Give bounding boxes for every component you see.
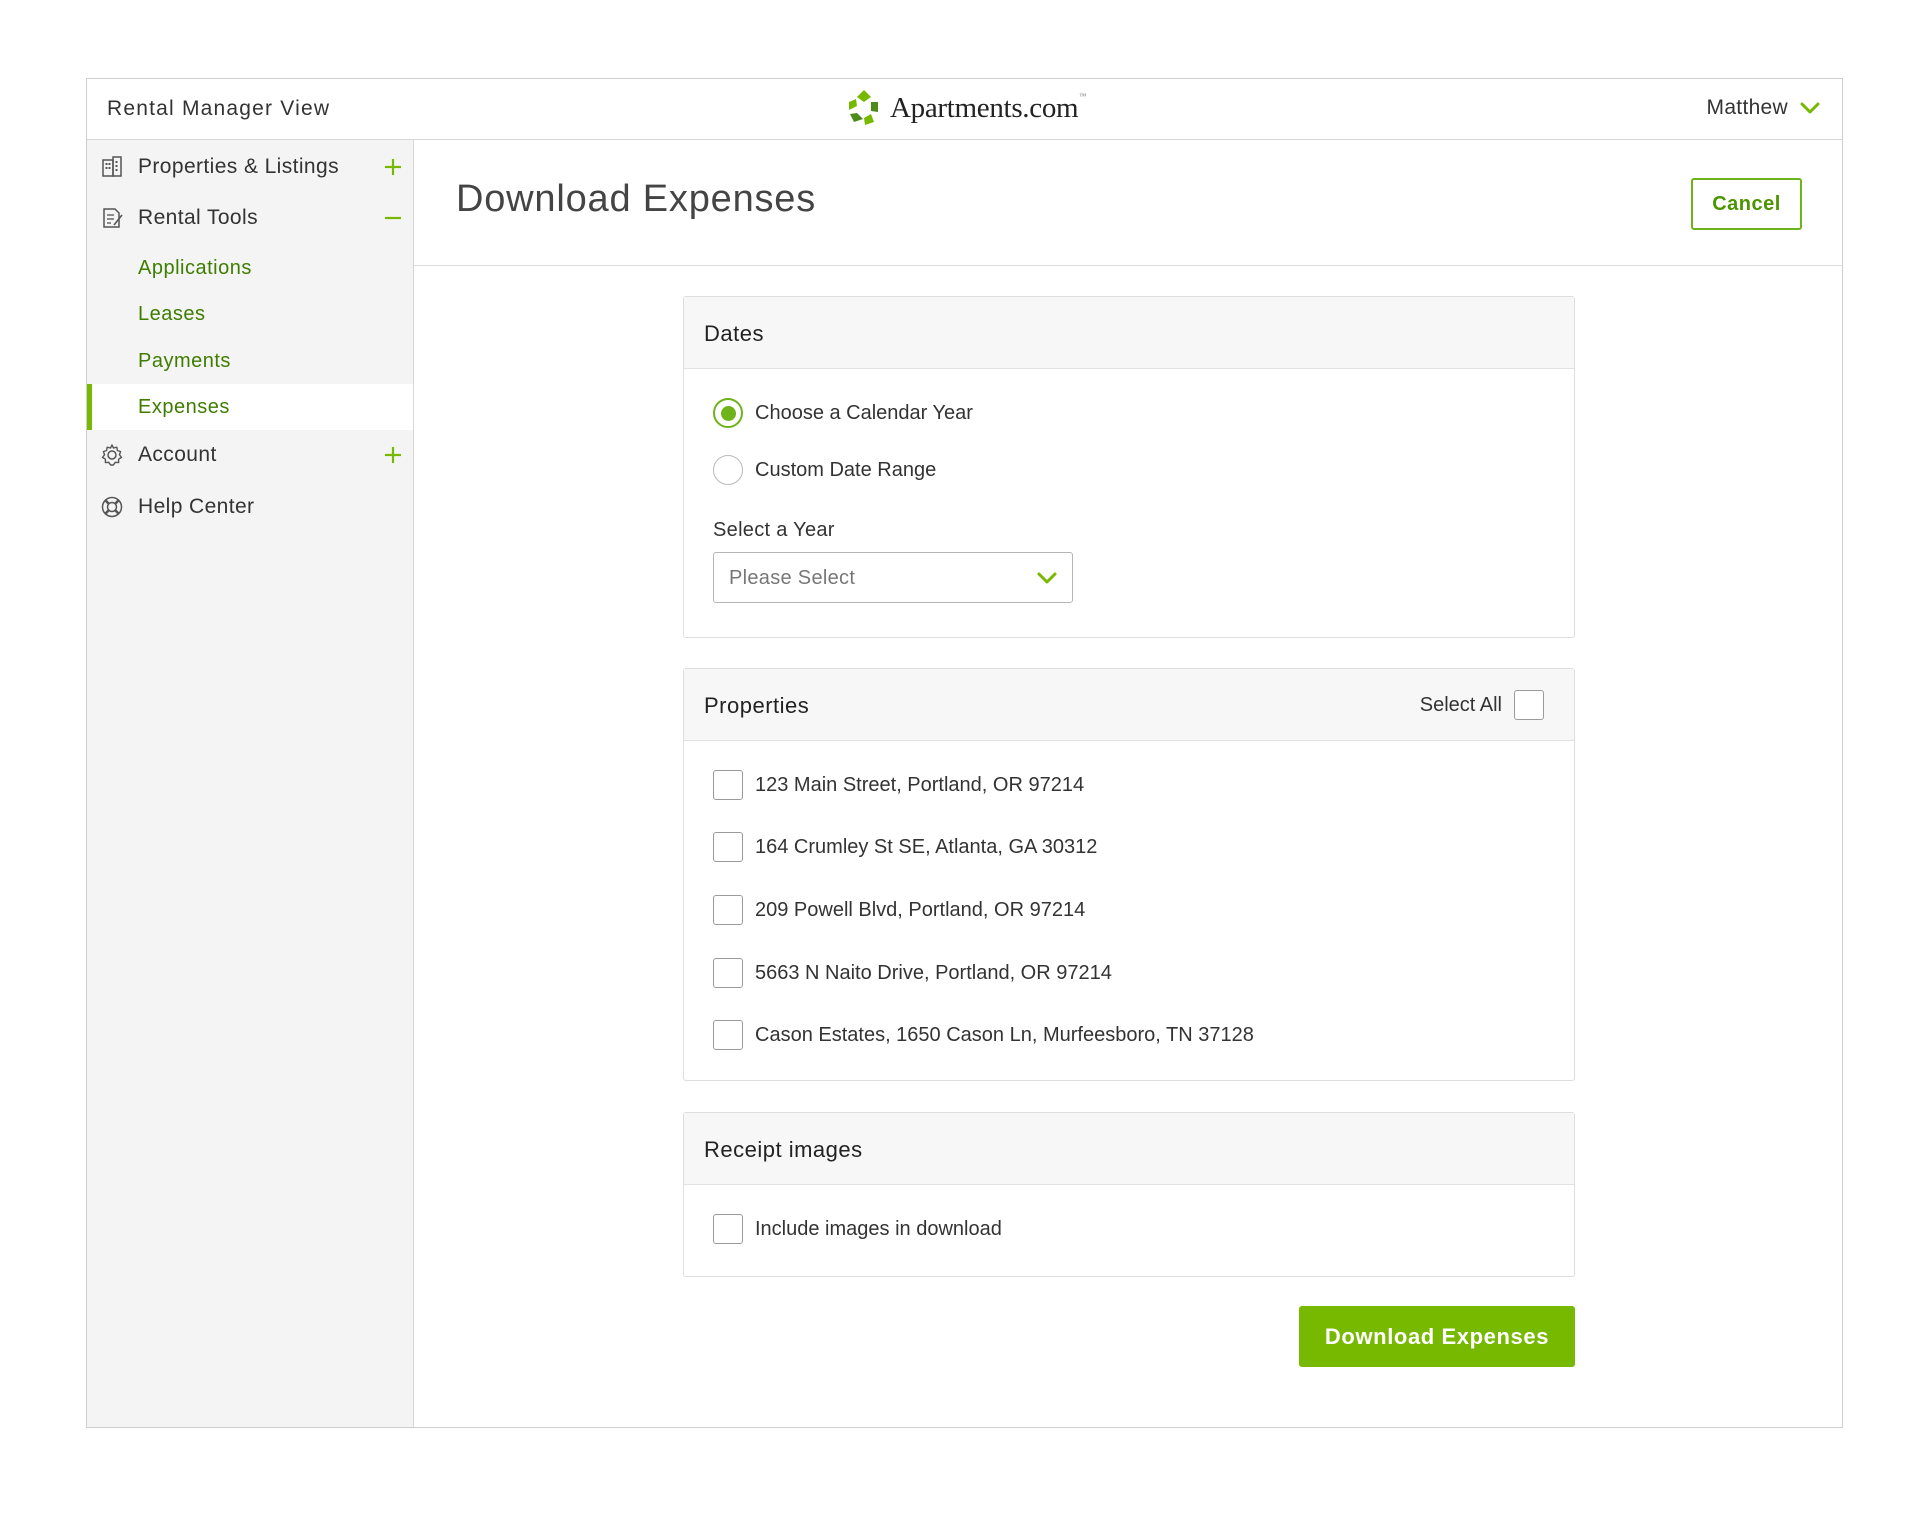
property-label: 5663 N Naito Drive, Portland, OR 97214 — [755, 961, 1112, 984]
radio-label: Custom Date Range — [755, 458, 937, 481]
receipt-images-card-title: Receipt images — [704, 1137, 863, 1162]
top-bar: Rental Manager View Apartments.com™ Matt… — [87, 79, 1842, 140]
properties-card: Properties Select All 123 Main Street, P… — [683, 668, 1575, 1081]
property-label: 164 Crumley St SE, Atlanta, GA 30312 — [755, 835, 1098, 858]
sidebar-item-label: Properties & Listings — [138, 155, 339, 178]
select-year-label: Select a Year — [713, 519, 835, 541]
sidebar-item-label: Rental Tools — [138, 206, 258, 229]
user-menu[interactable]: Matthew — [1707, 96, 1820, 120]
sidebar-subitem-leases[interactable]: Leases — [87, 291, 413, 337]
sidebar-subitem-applications[interactable]: Applications — [87, 245, 413, 291]
properties-card-title: Properties — [704, 693, 810, 718]
sidebar-subitem-label: Applications — [138, 256, 252, 279]
properties-card-header: Properties Select All — [684, 669, 1574, 741]
plus-icon[interactable] — [383, 445, 403, 465]
radio-label: Choose a Calendar Year — [755, 401, 973, 424]
chevron-down-icon — [1800, 102, 1820, 114]
sidebar-subitem-expenses[interactable]: Expenses — [87, 384, 413, 430]
select-all-control[interactable]: Select All — [1420, 690, 1544, 720]
brand-trademark: ™ — [1079, 91, 1086, 100]
receipt-images-card: Receipt images Include images in downloa… — [683, 1112, 1575, 1277]
include-images-label: Include images in download — [755, 1217, 1002, 1240]
app-window: Rental Manager View Apartments.com™ Matt… — [86, 78, 1843, 1428]
year-select-value: Please Select — [729, 567, 856, 589]
building-icon — [102, 156, 122, 177]
sidebar-subitem-label: Payments — [138, 349, 231, 372]
document-edit-icon — [103, 208, 123, 228]
chevron-down-icon — [1037, 572, 1057, 584]
property-checkbox[interactable] — [713, 770, 743, 800]
gear-icon — [101, 444, 123, 466]
include-images-checkbox[interactable] — [713, 1214, 743, 1244]
brand-logo[interactable]: Apartments.com™ — [844, 88, 1086, 128]
lifebuoy-icon — [101, 496, 123, 518]
property-row[interactable]: 164 Crumley St SE, Atlanta, GA 30312 — [713, 832, 1097, 862]
property-row[interactable]: 5663 N Naito Drive, Portland, OR 97214 — [713, 958, 1112, 988]
sidebar-subitem-label: Expenses — [138, 395, 230, 418]
apartments-logo-icon — [849, 90, 878, 125]
sidebar-item-help-center[interactable]: Help Center — [87, 485, 413, 529]
property-label: Cason Estates, 1650 Cason Ln, Murfeesbor… — [755, 1023, 1254, 1046]
sidebar-subitem-label: Leases — [138, 302, 206, 325]
property-label: 123 Main Street, Portland, OR 97214 — [755, 773, 1085, 796]
receipt-images-card-header: Receipt images — [684, 1113, 1574, 1185]
property-row[interactable]: Cason Estates, 1650 Cason Ln, Murfeesbor… — [713, 1020, 1254, 1050]
property-checkbox[interactable] — [713, 958, 743, 988]
property-label: 209 Powell Blvd, Portland, OR 97214 — [755, 898, 1086, 921]
property-checkbox[interactable] — [713, 1020, 743, 1050]
download-expenses-button[interactable]: Download Expenses — [1299, 1306, 1575, 1367]
radio-button[interactable] — [713, 455, 743, 485]
property-checkbox[interactable] — [713, 895, 743, 925]
page-header: Download Expenses Cancel — [414, 140, 1842, 266]
radio-calendar-year[interactable]: Choose a Calendar Year — [713, 398, 973, 428]
select-all-checkbox[interactable] — [1514, 690, 1544, 720]
plus-icon[interactable] — [383, 157, 403, 177]
property-row[interactable]: 209 Powell Blvd, Portland, OR 97214 — [713, 895, 1085, 925]
user-name: Matthew — [1706, 96, 1788, 119]
sidebar-item-account[interactable]: Account — [87, 433, 413, 477]
dates-card: Dates Choose a Calendar Year Custom Date… — [683, 296, 1575, 638]
rental-manager-view-label: Rental Manager View — [107, 97, 331, 120]
year-select[interactable]: Please Select — [713, 552, 1073, 603]
sidebar: Properties & Listings Rental Tools Appli… — [87, 140, 414, 1427]
sidebar-item-label: Help Center — [138, 495, 255, 518]
radio-button-selected[interactable] — [713, 398, 743, 428]
radio-custom-date-range[interactable]: Custom Date Range — [713, 455, 936, 485]
cancel-button[interactable]: Cancel — [1691, 178, 1802, 230]
property-row[interactable]: 123 Main Street, Portland, OR 97214 — [713, 770, 1084, 800]
include-images-row[interactable]: Include images in download — [713, 1214, 1002, 1244]
select-all-label: Select All — [1419, 693, 1502, 716]
sidebar-subitem-payments[interactable]: Payments — [87, 338, 413, 384]
main-content: Download Expenses Cancel Dates Choose a … — [414, 140, 1842, 1427]
sidebar-item-properties-listings[interactable]: Properties & Listings — [87, 145, 413, 189]
property-checkbox[interactable] — [713, 832, 743, 862]
sidebar-item-label: Account — [138, 443, 217, 466]
sidebar-item-rental-tools[interactable]: Rental Tools — [87, 196, 413, 240]
dates-card-title: Dates — [704, 321, 764, 346]
page-title: Download Expenses — [456, 178, 817, 220]
dates-card-header: Dates — [684, 297, 1574, 369]
brand-name: Apartments.com™ — [890, 91, 1086, 124]
minus-icon[interactable] — [383, 208, 403, 228]
